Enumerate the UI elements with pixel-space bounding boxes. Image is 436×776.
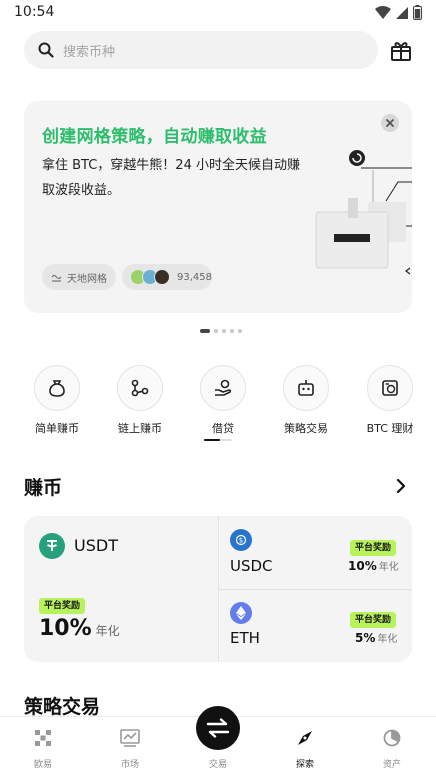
chain-nodes-icon — [131, 379, 149, 397]
robot-icon — [298, 380, 314, 396]
apy-value: 5% 年化 — [355, 631, 398, 645]
shortcut-label: 链上赚币 — [118, 422, 162, 435]
shortcut-btc-wealth[interactable]: BTC 理财 — [350, 365, 430, 436]
nav-label: 探索 — [295, 760, 314, 770]
eth-coin-icon — [230, 602, 252, 624]
earn-card: USDT 平台奖励 10% 年化 $ USDC 平台奖励 10% 年化 ETH 平台… — [24, 516, 412, 662]
market-chart-icon — [120, 729, 140, 747]
strategy-tag: 天地网格 — [42, 264, 116, 290]
carousel-dot[interactable] — [230, 329, 234, 333]
divider — [219, 589, 412, 590]
user-avatars — [130, 268, 171, 286]
users-count-tag: 93,458 — [122, 264, 212, 290]
signal-icon — [396, 6, 408, 19]
carousel-dots[interactable] — [200, 329, 242, 333]
usdt-coin-icon — [39, 533, 65, 559]
grid-bot-illustration-icon — [315, 150, 412, 275]
apy-value: 10% 年化 — [348, 559, 399, 573]
coin-name: USDC — [230, 557, 273, 575]
nav-label: 欧易 — [33, 760, 52, 770]
wifi-icon — [375, 5, 391, 19]
nav-label: 交易 — [208, 760, 227, 770]
battery-icon — [413, 5, 422, 20]
usdc-coin-icon: $ — [230, 529, 252, 551]
earn-section-title: 赚币 — [24, 477, 63, 499]
okx-logo-icon — [35, 730, 51, 746]
strategy-tag-label: 天地网格 — [67, 273, 107, 285]
nav-item-explore[interactable]: 探索 — [275, 727, 335, 770]
nav-item-assets[interactable]: 资产 — [362, 727, 422, 770]
shortcut-simple-earn[interactable]: 简单赚币 — [17, 365, 97, 436]
search-placeholder: 搜索币种 — [63, 44, 116, 60]
avatar — [154, 269, 170, 285]
nav-label: 市场 — [120, 760, 139, 770]
users-count: 93,458 — [177, 271, 212, 283]
carousel-dot[interactable] — [238, 329, 242, 333]
money-bag-icon — [49, 380, 65, 397]
hand-coin-icon — [215, 379, 232, 396]
trade-button[interactable] — [196, 706, 240, 750]
platform-reward-badge: 平台奖励 — [350, 612, 397, 628]
strategy-section-title: 策略交易 — [24, 696, 101, 718]
status-bar: 10:54 — [0, 0, 436, 26]
nav-item-okx[interactable]: 欧易 — [13, 727, 73, 770]
pie-chart-icon — [383, 729, 401, 747]
shortcut-loan[interactable]: 借贷 — [183, 365, 263, 436]
gift-icon[interactable] — [390, 40, 412, 62]
platform-reward-badge: 平台奖励 — [39, 598, 86, 614]
nav-label: 资产 — [382, 760, 401, 770]
search-bar[interactable]: 搜索币种 — [24, 31, 378, 69]
search-icon — [38, 42, 54, 58]
status-time: 10:54 — [14, 4, 55, 20]
chevron-right-icon[interactable] — [393, 477, 409, 495]
svg-text:$: $ — [239, 537, 243, 545]
close-icon — [386, 119, 394, 127]
carousel-dot[interactable] — [222, 329, 226, 333]
shortcut-row: 简单赚币 链上赚币 借贷 策略交易 BTC 理财 — [0, 365, 436, 435]
carousel-dot-active[interactable] — [200, 329, 210, 333]
banner-close-button[interactable] — [381, 114, 399, 132]
banner-title: 创建网格策略，自动赚取收益 — [42, 127, 267, 147]
coin-name: ETH — [230, 629, 260, 647]
status-icons — [375, 5, 422, 20]
shortcut-onchain-earn[interactable]: 链上赚币 — [100, 365, 180, 436]
nav-item-market[interactable]: 市场 — [100, 727, 160, 770]
compass-icon — [298, 731, 312, 745]
carousel-dot[interactable] — [214, 329, 218, 333]
btc-vault-icon — [382, 380, 398, 396]
platform-reward-badge: 平台奖励 — [350, 540, 397, 556]
shortcut-label: 策略交易 — [284, 422, 328, 435]
shortcut-label: 简单赚币 — [35, 422, 79, 435]
swap-arrows-icon — [206, 718, 230, 738]
grid-wave-icon — [51, 274, 62, 282]
coin-name: USDT — [74, 536, 118, 555]
shortcut-scroll-indicator — [204, 439, 232, 441]
shortcut-strategy-trading[interactable]: 策略交易 — [266, 365, 346, 436]
banner-description: 拿住 BTC，穿越牛熊！24 小时全天候自动赚取波段收益。 — [42, 158, 300, 198]
promo-banner[interactable]: 创建网格策略，自动赚取收益 拿住 BTC，穿越牛熊！24 小时全天候自动赚取波段… — [24, 101, 412, 313]
shortcut-label: 借贷 — [212, 422, 234, 435]
apy-value: 10% 年化 — [39, 616, 120, 641]
shortcut-label: BTC 理财 — [366, 422, 414, 435]
